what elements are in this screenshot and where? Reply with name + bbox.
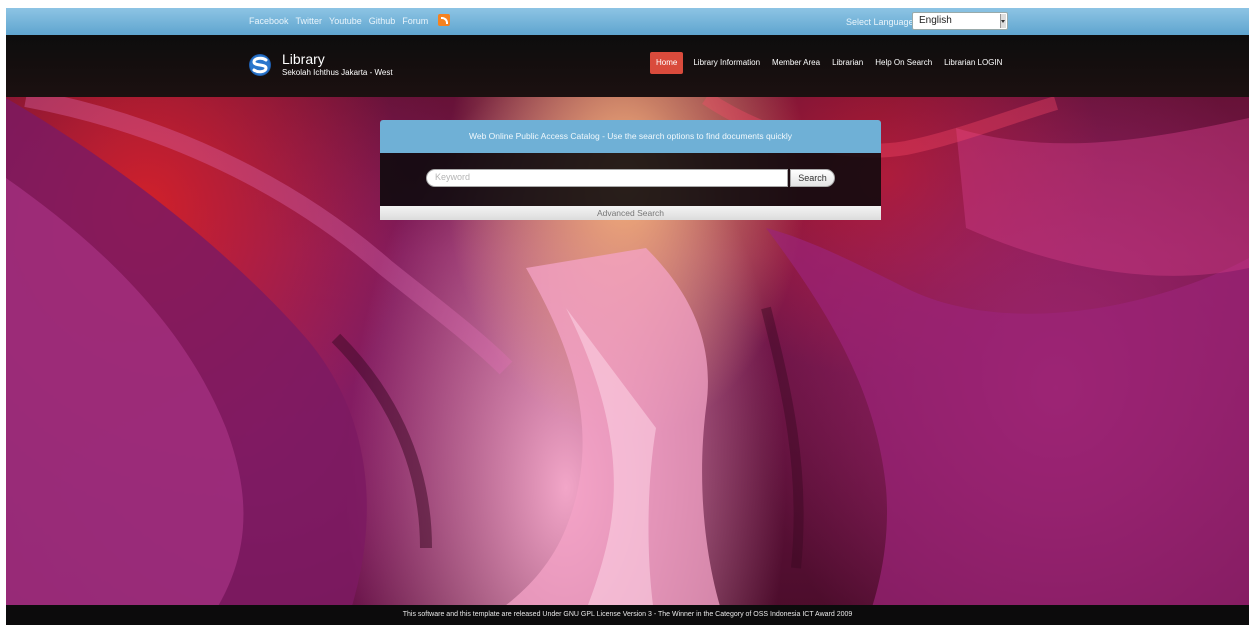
search-button[interactable]: Search (790, 169, 835, 187)
nav-home[interactable]: Home (650, 52, 684, 74)
nav-librarian[interactable]: Librarian (826, 52, 869, 74)
search-panel: Keyword Search (380, 153, 881, 206)
social-links: Facebook Twitter Youtube Github Forum (249, 14, 451, 28)
top-bar: Facebook Twitter Youtube Github Forum Se… (6, 8, 1249, 35)
nav-library-information[interactable]: Library Information (687, 52, 766, 74)
nav-member-area[interactable]: Member Area (766, 52, 826, 74)
footer-license-text: This software and this template are rele… (6, 605, 1249, 625)
search-input[interactable]: Keyword (426, 169, 788, 187)
language-selected-value: English (919, 15, 952, 26)
page: Facebook Twitter Youtube Github Forum Se… (6, 8, 1249, 625)
github-link[interactable]: Github (369, 16, 396, 28)
advanced-search-button[interactable]: Advanced Search (380, 206, 881, 220)
rss-icon[interactable] (438, 14, 451, 26)
search-panel-header: Web Online Public Access Catalog - Use t… (380, 120, 881, 153)
facebook-link[interactable]: Facebook (249, 16, 289, 28)
nav-help-on-search[interactable]: Help On Search (869, 52, 938, 74)
youtube-link[interactable]: Youtube (329, 16, 362, 28)
canyon-artwork (6, 89, 1249, 625)
background-image (6, 8, 1249, 625)
language-select[interactable]: English (912, 12, 1008, 30)
nav-bar: Library Sekolah Ichthus Jakarta - West H… (6, 35, 1249, 97)
forum-link[interactable]: Forum (402, 16, 428, 28)
chevron-down-icon (1000, 14, 1006, 28)
brand-subtitle: Sekolah Ichthus Jakarta - West (282, 68, 393, 77)
slims-logo-icon[interactable] (249, 54, 271, 76)
language-label: Select Language (846, 17, 914, 27)
main-menu: Home Library Information Member Area Lib… (650, 52, 1008, 74)
nav-librarian-login[interactable]: Librarian LOGIN (938, 52, 1008, 74)
twitter-link[interactable]: Twitter (296, 16, 323, 28)
brand-title[interactable]: Library (282, 51, 325, 67)
